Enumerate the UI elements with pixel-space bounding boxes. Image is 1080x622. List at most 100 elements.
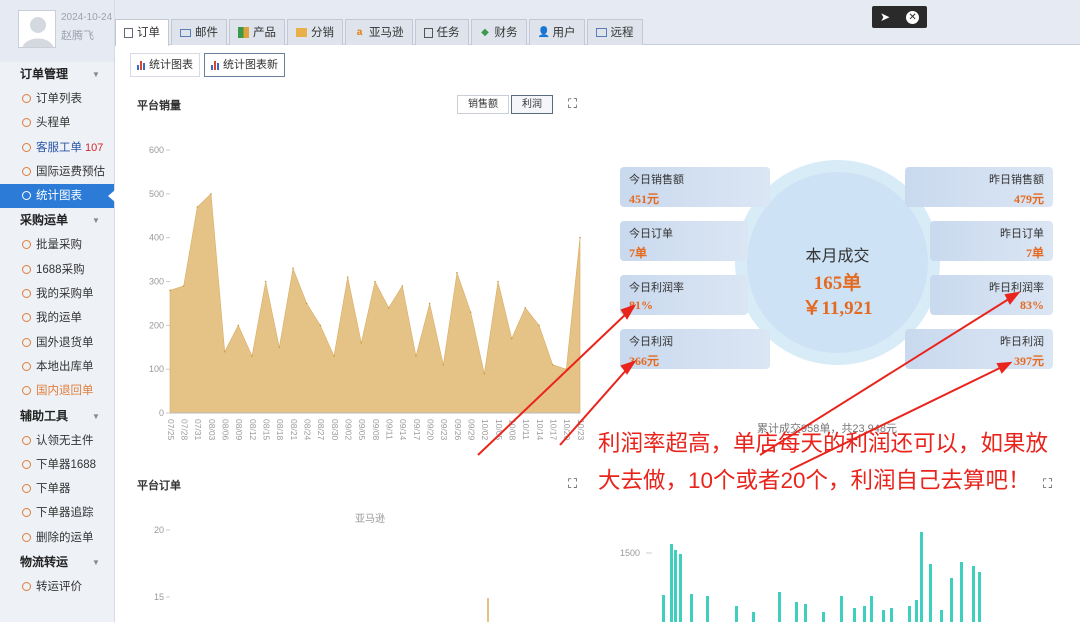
sidebar-item-orderer-tracking[interactable]: 下单器追踪: [0, 501, 114, 525]
sidebar-item-label: 国外退货单: [36, 336, 94, 349]
data-point: [565, 368, 568, 370]
orders-chart: 1520: [154, 525, 489, 622]
x-tick-label: 09/05: [357, 419, 367, 441]
tab-amazon[interactable]: a 亚马逊: [345, 19, 413, 45]
tab-distribution[interactable]: 分销: [287, 19, 343, 45]
tab-tasks[interactable]: 任务: [414, 19, 469, 45]
sidebar-item-domestic-returns[interactable]: 国内退回单: [0, 379, 114, 403]
card-value: 366元: [629, 354, 660, 368]
sidebar-item-batch-purchase[interactable]: 批量采购: [0, 233, 114, 257]
avatar-placeholder-icon: [22, 17, 54, 47]
data-point: [469, 311, 472, 313]
monitor-icon: [595, 28, 607, 37]
circle-icon: [22, 361, 31, 371]
bar: [706, 596, 709, 622]
tab-remote[interactable]: 远程: [586, 19, 643, 45]
subtab-statistics-new[interactable]: 统计图表新: [204, 53, 285, 77]
toggle-profit[interactable]: 利润: [511, 95, 553, 114]
sidebar-item-my-purchases[interactable]: 我的采购单: [0, 282, 114, 306]
ticket-count-badge: 107: [85, 141, 104, 154]
section-order-management[interactable]: 订单管理 ▼: [0, 62, 114, 87]
tab-mail[interactable]: 邮件: [171, 19, 227, 45]
tab-users[interactable]: 👤 用户: [528, 19, 585, 45]
sidebar-item-label: 客服工单: [36, 141, 82, 154]
sidebar-item-order-list[interactable]: 订单列表: [0, 87, 114, 111]
sidebar-item-1688-purchase[interactable]: 1688采购: [0, 258, 114, 282]
data-point: [210, 193, 212, 195]
data-point: [169, 289, 171, 292]
tab-label: 财务: [494, 26, 518, 39]
circle-icon: [22, 508, 31, 518]
section-title: 物流转运: [20, 555, 69, 570]
x-tick-label: 08/15: [261, 419, 271, 441]
user-block: 2024-10-24 赵腾飞: [0, 0, 114, 62]
sidebar-item-local-outbound[interactable]: 本地出库单: [0, 355, 114, 379]
user-date: 2024-10-24: [61, 12, 113, 23]
fullscreen-icon[interactable]: ⛶: [568, 96, 577, 112]
sidebar-item-deleted-waybills[interactable]: 删除的运单: [0, 526, 114, 550]
data-point: [524, 307, 527, 309]
bar: [863, 606, 866, 622]
card-today-sales: 今日销售额 451元: [620, 167, 770, 207]
chevron-down-icon: ▼: [92, 411, 100, 421]
sidebar-item-my-waybills[interactable]: 我的运单: [0, 306, 114, 330]
bar: [822, 612, 825, 622]
sidebar-item-orderer-1688[interactable]: 下单器1688: [0, 453, 114, 477]
tab-label: 任务: [436, 26, 460, 39]
circle-icon: [22, 118, 31, 128]
sidebar-item-shipping-estimate[interactable]: 国际运费预估: [0, 160, 114, 184]
tab-label: 分销: [311, 26, 334, 39]
ring-inner: 本月成交 165单 ￥11,921: [747, 172, 928, 353]
sales-area-series: [169, 193, 581, 414]
sidebar-item-transfer-review[interactable]: 转运评价: [0, 575, 114, 599]
x-tick-label: 09/17: [412, 419, 422, 441]
x-tick-label: 08/18: [275, 419, 285, 441]
x-tick-label: 07/25: [166, 419, 176, 441]
subtab-label: 统计图表新: [223, 59, 278, 71]
tab-finance[interactable]: ◆ 财务: [470, 19, 527, 45]
avatar[interactable]: [18, 10, 56, 48]
y-tick-label: 500: [149, 189, 164, 199]
pointer-icon[interactable]: ➤: [880, 10, 890, 24]
bar: [690, 594, 693, 622]
card-label: 昨日利润: [1000, 336, 1044, 348]
card-value: 81%: [629, 298, 653, 312]
card-value: 479元: [1013, 192, 1044, 206]
sidebar-item-first-leg[interactable]: 头程单: [0, 111, 114, 135]
tab-orders[interactable]: 订单: [115, 19, 169, 46]
card-yesterday-orders: 昨日订单 7单: [930, 221, 1053, 261]
y-tick-label: 300: [149, 277, 164, 287]
bar: [804, 604, 807, 622]
toggle-sales-amount[interactable]: 销售额: [457, 95, 509, 114]
card-label: 今日利润率: [629, 282, 684, 294]
x-tick-label: 10/08: [507, 419, 517, 441]
sidebar-item-service-tickets[interactable]: 客服工单 107: [0, 136, 114, 160]
data-point: [278, 346, 281, 349]
circle-icon: [22, 191, 31, 201]
data-point: [251, 355, 253, 357]
tab-products[interactable]: 产品: [229, 19, 285, 45]
user-name: 赵腾飞: [61, 30, 94, 42]
section-tools[interactable]: 辅助工具 ▼: [0, 404, 114, 429]
bar: [735, 606, 738, 622]
sidebar-item-statistics[interactable]: 统计图表: [0, 184, 115, 209]
subtab-label: 统计图表: [149, 59, 193, 71]
section-purchase-shipping[interactable]: 采购运单 ▼: [0, 208, 114, 233]
x-tick-label: 09/26: [453, 419, 463, 441]
close-icon[interactable]: ✕: [906, 10, 920, 24]
data-point: [196, 206, 199, 208]
card-yesterday-profit-rate: 昨日利润率 83%: [930, 275, 1053, 315]
data-point: [319, 324, 322, 327]
circle-icon: [22, 532, 31, 542]
card-label: 今日利润: [629, 336, 673, 348]
sidebar-item-claim-unowned[interactable]: 认领无主件: [0, 429, 114, 453]
sidebar-item-label: 下单器追踪: [36, 507, 94, 520]
sidebar-item-orderer[interactable]: 下单器: [0, 477, 114, 501]
subtab-statistics[interactable]: 统计图表: [130, 53, 200, 77]
section-title: 订单管理: [20, 67, 69, 81]
section-logistics[interactable]: 物流转运 ▼: [0, 550, 114, 575]
sidebar-item-foreign-returns[interactable]: 国外退货单: [0, 331, 114, 355]
mail-icon: [180, 28, 191, 37]
fullscreen-icon[interactable]: ⛶: [568, 476, 577, 492]
data-point: [510, 337, 513, 340]
